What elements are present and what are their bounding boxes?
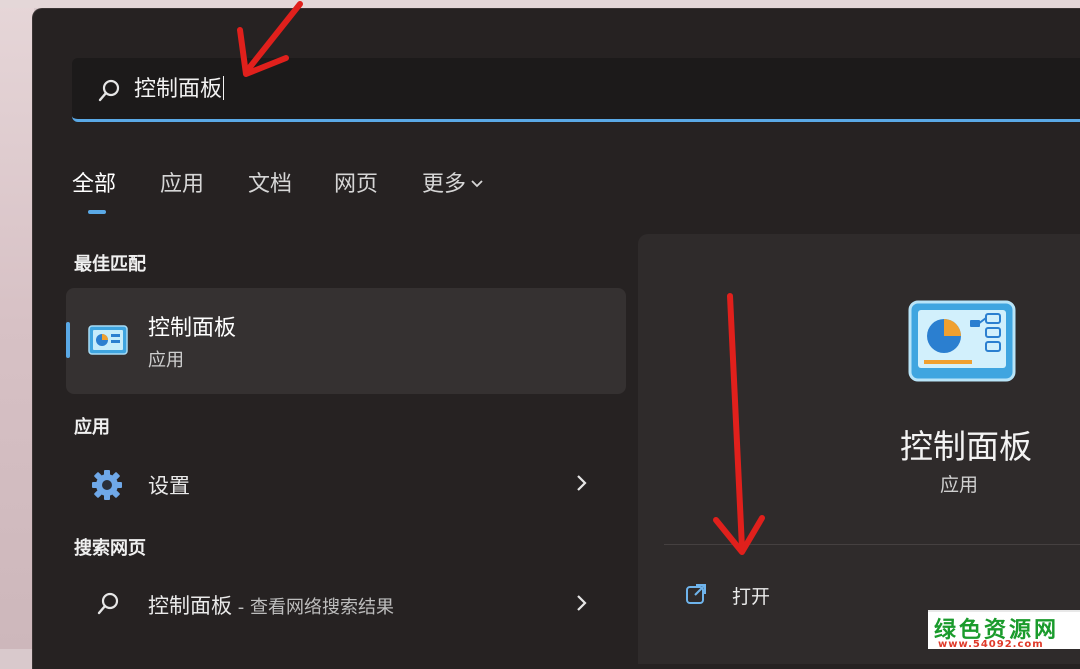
watermark-url: www.54092.com: [938, 639, 1044, 650]
search-icon: [98, 79, 120, 102]
tab-documents[interactable]: 文档: [248, 166, 292, 198]
tab-more-label: 更多: [422, 172, 467, 197]
search-box[interactable]: 控制面板: [72, 58, 1080, 122]
best-match-subtitle: 应用: [148, 350, 184, 371]
chevron-down-icon: [471, 180, 483, 188]
section-best-match: 最佳匹配: [74, 254, 146, 275]
best-match-title: 控制面板: [148, 316, 237, 341]
selection-accent: [66, 322, 70, 358]
divider: [664, 544, 1080, 545]
section-apps: 应用: [74, 417, 110, 438]
web-search-query: 控制面板: [148, 594, 232, 618]
open-external-icon: [686, 584, 706, 604]
gear-icon: [92, 470, 122, 500]
control-panel-icon: [88, 325, 128, 355]
section-web-search: 搜索网页: [74, 538, 146, 559]
watermark: 绿色资源网 www.54092.com: [928, 610, 1080, 650]
desktop-background-top: [0, 0, 1080, 8]
chevron-right-icon[interactable]: [574, 592, 590, 614]
chevron-right-icon[interactable]: [574, 472, 590, 494]
web-search-suffix: - 查看网络搜索结果: [232, 597, 394, 618]
control-panel-icon: [908, 300, 1016, 382]
detail-title: 控制面板: [900, 427, 1032, 466]
tab-web[interactable]: 网页: [334, 166, 378, 198]
search-input[interactable]: 控制面板: [134, 76, 225, 104]
active-tab-indicator: [88, 210, 106, 214]
detail-pane: 控制面板 应用 打开: [638, 234, 1080, 664]
tab-apps[interactable]: 应用: [160, 166, 204, 198]
search-icon: [97, 592, 119, 615]
tab-more[interactable]: 更多: [422, 166, 484, 198]
detail-subtitle: 应用: [940, 474, 979, 496]
text-caret: [223, 76, 225, 100]
web-search-label: 控制面板 - 查看网络搜索结果: [148, 590, 394, 620]
desktop-background: [0, 0, 34, 649]
app-result-label: 设置: [148, 474, 190, 498]
web-search-result[interactable]: 控制面板 - 查看网络搜索结果: [66, 574, 626, 634]
open-action-label: 打开: [732, 586, 771, 608]
tab-all[interactable]: 全部: [72, 166, 116, 198]
best-match-result[interactable]: 控制面板 应用: [66, 288, 626, 394]
app-result-settings[interactable]: 设置: [66, 454, 626, 514]
